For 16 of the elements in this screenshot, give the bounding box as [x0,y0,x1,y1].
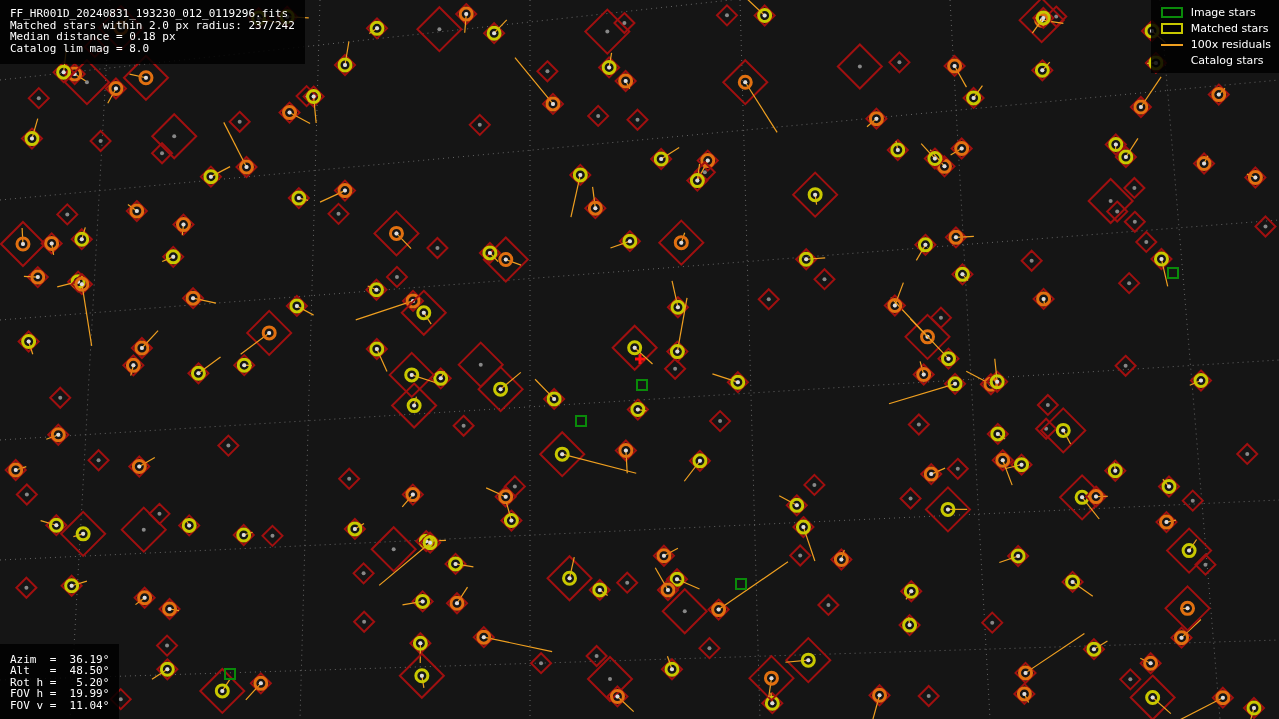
legend-label: Catalog stars [1190,54,1264,67]
legend-swatch-icon [1160,23,1183,34]
info-text: FF_HR001D_20240831_193230_012_0119296.fits [10,8,290,20]
info-text: Median distance = 0.18 px [10,31,176,43]
legend-label: 100x residuals [1190,38,1271,51]
pointing-text: FOV v = 11.04° [10,699,110,711]
legend-label: Image stars [1190,6,1256,19]
info-text: Matched stars within 2.0 px radius: 237/242 [10,19,295,31]
legend-label: Matched stars [1190,22,1269,35]
pointing-text: Alt = 48.50° [10,665,110,677]
pointing-text: Azim = 36.19° [10,653,110,665]
pointing-text: Rot h = 5.20° [10,676,110,688]
pointing-text: FOV h = 19.99° [10,688,110,700]
legend-swatch-icon [1160,7,1183,18]
info-text: Catalog lim mag = 8.0 [10,42,151,54]
legend-line-icon [1160,43,1183,46]
